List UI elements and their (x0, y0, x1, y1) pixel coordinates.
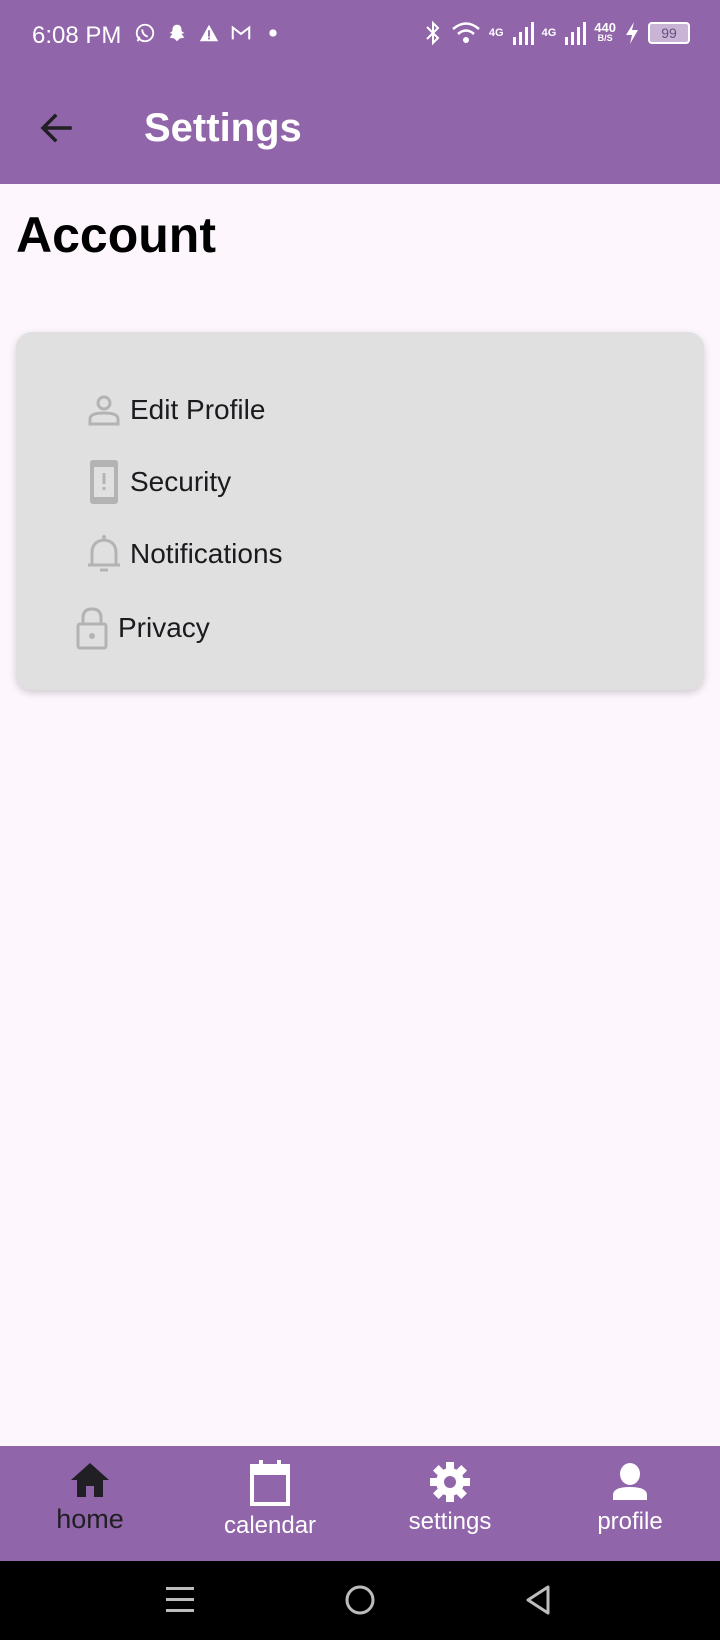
warning-icon (199, 24, 219, 42)
snapchat-icon (169, 24, 185, 42)
charging-icon (626, 22, 638, 44)
circle-icon (345, 1585, 375, 1615)
whatsapp-icon (135, 23, 155, 43)
menu-item-label: Notifications (130, 538, 283, 569)
person-icon (613, 1463, 647, 1500)
nav-label: calendar (223, 1512, 317, 1539)
network-speed-value: 440 (594, 20, 616, 35)
network-speed: 440 B/S (594, 20, 616, 43)
home-icon (71, 1463, 109, 1497)
home-system-button[interactable] (343, 1583, 377, 1622)
calendar-icon (250, 1460, 290, 1506)
bluetooth-icon (426, 20, 440, 46)
menu-lines-icon (166, 1587, 194, 1612)
signal-icon (512, 22, 534, 45)
wifi-icon (452, 22, 480, 43)
menu-item-edit-profile[interactable]: Edit Profile (86, 388, 265, 432)
recent-apps-button[interactable] (164, 1583, 196, 1622)
page-title: Settings (144, 106, 302, 150)
menu-item-label: Privacy (118, 612, 210, 643)
arrow-back-icon (40, 113, 72, 143)
signal-icon-2 (565, 22, 587, 45)
lock-icon (76, 607, 108, 650)
battery-indicator: 99 (648, 22, 690, 44)
nav-item-calendar[interactable]: calendar (180, 1460, 360, 1555)
nav-label: home (56, 1504, 124, 1534)
section-title: Account (16, 207, 216, 263)
network-speed-unit: B/S (597, 33, 613, 43)
status-bar: 6:08 PM 4G 4G 440 B/S 99 (0, 0, 720, 72)
nav-item-profile[interactable]: profile (540, 1460, 720, 1555)
app-bar: Settings (0, 72, 720, 184)
menu-item-notifications[interactable]: Notifications (86, 532, 283, 576)
network-type-1: 4G (488, 27, 504, 39)
nav-label: profile (597, 1508, 663, 1535)
dot-icon (269, 29, 277, 37)
nav-item-settings[interactable]: settings (360, 1460, 540, 1555)
nav-item-home[interactable]: home (0, 1460, 180, 1555)
network-type-2: 4G (541, 27, 557, 39)
person-outline-icon (88, 395, 120, 426)
triangle-back-icon (526, 1585, 550, 1615)
menu-item-label: Security (130, 466, 232, 497)
nav-label: settings (408, 1508, 492, 1535)
menu-item-label: Edit Profile (130, 394, 266, 425)
bottom-nav: home calendar settings profile (0, 1446, 720, 1561)
menu-item-privacy[interactable]: Privacy (74, 606, 210, 650)
account-settings-card: Edit Profile Security Notifications Priv… (16, 332, 704, 690)
bell-icon (88, 535, 120, 572)
system-status-icons: 4G 4G 440 B/S 99 (423, 20, 690, 46)
menu-item-security[interactable]: Security (86, 460, 231, 504)
system-nav-bar (0, 1561, 720, 1640)
notification-icons (134, 22, 284, 44)
gear-icon (430, 1462, 470, 1502)
back-system-button[interactable] (523, 1583, 553, 1622)
gmail-icon (231, 25, 251, 40)
back-button[interactable] (36, 108, 76, 148)
phone-alert-icon (90, 460, 118, 504)
status-time: 6:08 PM (32, 22, 122, 49)
